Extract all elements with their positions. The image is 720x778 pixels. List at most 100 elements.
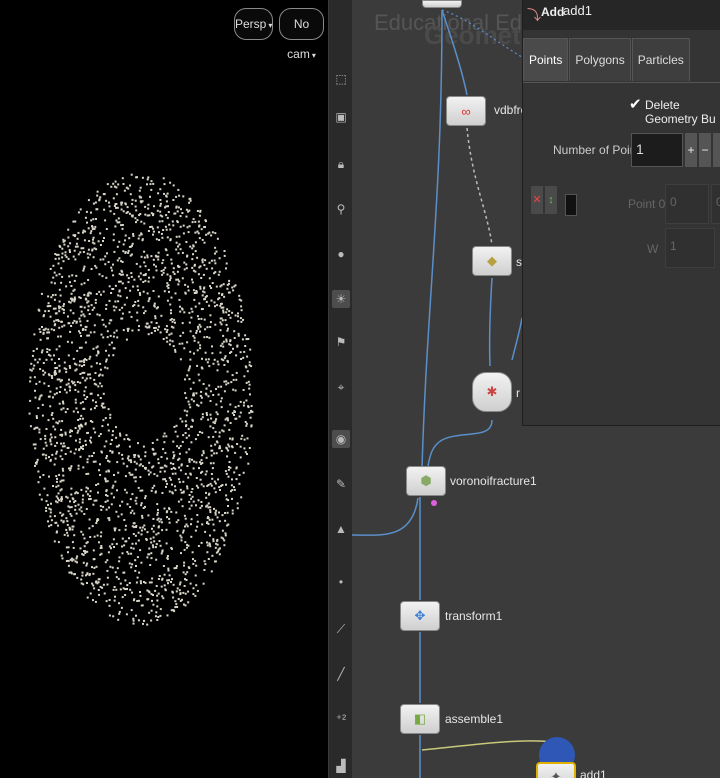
remove-point-icon[interactable]: ✕ — [531, 186, 543, 214]
point — [95, 565, 98, 568]
point — [131, 473, 134, 476]
point — [39, 476, 42, 479]
point — [185, 241, 188, 243]
point — [45, 506, 48, 509]
point — [247, 405, 250, 408]
point — [186, 341, 189, 344]
point — [170, 318, 173, 320]
point — [204, 351, 207, 354]
perspective-menu[interactable]: Persp ▾ — [234, 8, 273, 40]
point — [93, 324, 96, 327]
point — [83, 550, 85, 553]
node-r[interactable]: ✱ — [472, 372, 512, 412]
point — [157, 192, 160, 195]
num-points-field[interactable]: 1 — [631, 133, 683, 167]
display-icon[interactable]: ◉ — [332, 430, 350, 448]
point — [206, 336, 209, 338]
point — [177, 278, 180, 281]
increment-button[interactable]: + — [685, 133, 697, 167]
snap-icon[interactable]: ⌖ — [332, 378, 350, 396]
point — [37, 407, 40, 410]
point — [62, 400, 64, 403]
tab-points[interactable]: Points — [523, 38, 569, 81]
delete-geometry-checkbox[interactable]: ✔ — [629, 95, 642, 113]
point0-x-field[interactable]: 0 — [665, 184, 709, 224]
point — [36, 458, 39, 461]
w-field[interactable]: 1 — [665, 228, 715, 268]
point — [186, 525, 189, 528]
node-top[interactable] — [422, 0, 462, 8]
point — [170, 325, 173, 328]
decrement-button[interactable]: − — [699, 133, 711, 167]
point — [150, 180, 153, 183]
number-icon[interactable]: ⁺² — [332, 710, 350, 728]
point — [206, 544, 209, 547]
scene-viewport[interactable]: Persp ▾ No cam ▾ — [0, 0, 328, 778]
lock-icon[interactable]: 🔒︎ — [332, 155, 350, 173]
pin-icon[interactable]: ⚑ — [332, 333, 350, 351]
point — [226, 511, 229, 514]
point — [122, 571, 125, 574]
pose-icon[interactable]: ⚲ — [332, 200, 350, 218]
point — [178, 583, 181, 586]
node-name-field[interactable]: add1 — [563, 3, 592, 18]
point — [92, 256, 95, 259]
point0-y-field[interactable]: 0 — [711, 184, 720, 224]
perspective-label: Persp — [235, 17, 267, 31]
point — [50, 328, 53, 331]
camera-menu[interactable]: No cam ▾ — [279, 8, 324, 61]
point — [222, 430, 225, 433]
point — [80, 446, 82, 449]
palette-icon[interactable]: ▟ — [332, 757, 350, 775]
paint-icon[interactable]: ▲ — [332, 520, 350, 538]
point — [61, 433, 64, 436]
point — [200, 228, 203, 231]
point — [228, 461, 231, 463]
add-point-icon[interactable]: ↕ — [545, 186, 557, 214]
point — [139, 489, 142, 492]
dot-icon[interactable]: • — [332, 573, 350, 591]
point — [94, 264, 97, 267]
point — [162, 338, 165, 340]
point — [140, 504, 143, 507]
point — [119, 582, 122, 585]
point — [89, 253, 92, 256]
point — [87, 305, 90, 308]
node-add[interactable]: ✦ — [536, 762, 576, 778]
node-voronoifracture[interactable]: ⬢ — [406, 466, 446, 496]
point — [67, 559, 70, 562]
point — [188, 367, 191, 370]
node-assemble[interactable]: ◧ — [400, 704, 440, 734]
point — [224, 534, 227, 537]
node-transform[interactable]: ✥ — [400, 601, 440, 631]
node-scatter[interactable]: ◆ — [472, 246, 512, 276]
point — [58, 300, 61, 303]
point — [187, 369, 190, 372]
light-icon[interactable]: ☀ — [332, 290, 350, 308]
brush-icon[interactable]: ✎ — [332, 475, 350, 493]
ruler-icon[interactable]: ⟋ — [332, 620, 350, 638]
point — [124, 488, 127, 491]
transform-icon[interactable]: ▣ — [332, 108, 350, 126]
point — [215, 418, 218, 421]
tab-polygons[interactable]: Polygons — [569, 38, 631, 81]
point — [93, 227, 96, 230]
point — [211, 352, 214, 355]
tab-particles[interactable]: Particles — [631, 38, 690, 81]
point — [112, 197, 115, 200]
node-label-assemble: assemble1 — [445, 712, 504, 726]
point — [146, 322, 149, 325]
point — [139, 476, 142, 478]
pen-icon[interactable]: ╱ — [332, 665, 350, 683]
node-vdbfrom[interactable]: ∞ — [446, 96, 486, 126]
point — [229, 437, 231, 440]
slider-button[interactable] — [713, 133, 720, 167]
point — [140, 255, 143, 258]
point-toggle[interactable] — [565, 194, 577, 216]
sphere-icon[interactable]: ● — [332, 245, 350, 263]
point — [176, 210, 179, 213]
select-icon[interactable]: ⬚ — [332, 70, 350, 88]
point — [203, 569, 206, 571]
point — [135, 542, 137, 545]
point — [183, 409, 186, 412]
